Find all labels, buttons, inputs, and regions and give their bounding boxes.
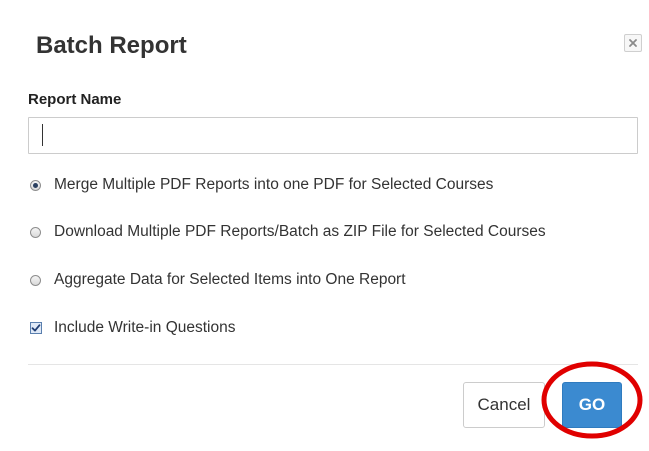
include-write-in-option[interactable]: Include Write-in Questions bbox=[30, 318, 236, 338]
option-aggregate-data-label: Aggregate Data for Selected Items into O… bbox=[54, 271, 406, 288]
text-cursor bbox=[42, 124, 43, 146]
cancel-button[interactable]: Cancel bbox=[463, 382, 545, 428]
option-download-zip[interactable]: Download Multiple PDF Reports/Batch as Z… bbox=[30, 222, 546, 242]
radio-aggregate-data[interactable] bbox=[30, 274, 41, 286]
report-name-input[interactable] bbox=[28, 117, 638, 154]
option-download-zip-label: Download Multiple PDF Reports/Batch as Z… bbox=[54, 223, 546, 240]
checkmark-icon bbox=[31, 324, 41, 332]
close-icon bbox=[628, 38, 638, 48]
option-aggregate-data[interactable]: Aggregate Data for Selected Items into O… bbox=[30, 270, 406, 290]
footer-divider bbox=[28, 364, 638, 365]
report-name-label: Report Name bbox=[28, 91, 122, 108]
include-write-in-checkbox[interactable] bbox=[30, 322, 42, 334]
include-write-in-label: Include Write-in Questions bbox=[54, 319, 236, 336]
batch-report-dialog: Batch Report Report Name Merge Multiple … bbox=[0, 0, 649, 451]
radio-download-zip[interactable] bbox=[30, 226, 41, 238]
go-button[interactable]: GO bbox=[562, 382, 622, 428]
option-merge-pdf-label: Merge Multiple PDF Reports into one PDF … bbox=[54, 176, 494, 193]
radio-merge-pdf[interactable] bbox=[30, 179, 41, 191]
close-button[interactable] bbox=[624, 34, 642, 52]
dialog-title: Batch Report bbox=[36, 32, 187, 59]
option-merge-pdf[interactable]: Merge Multiple PDF Reports into one PDF … bbox=[30, 175, 493, 195]
